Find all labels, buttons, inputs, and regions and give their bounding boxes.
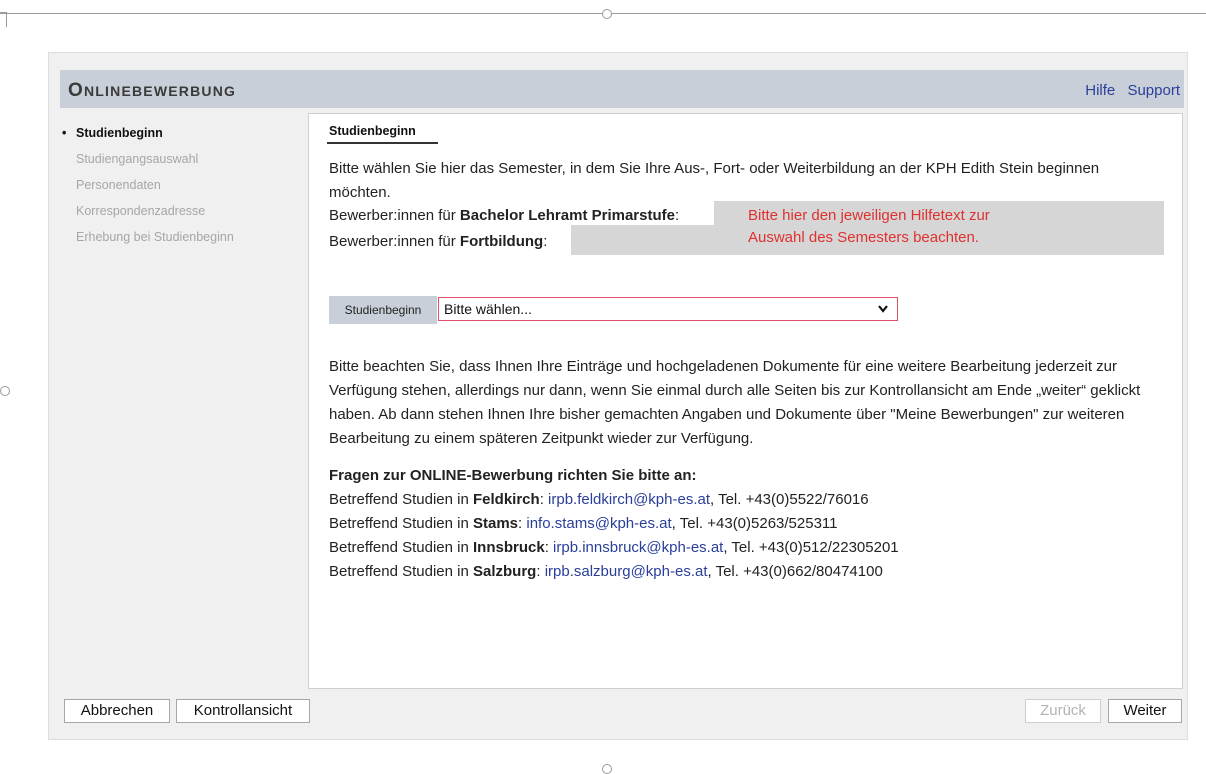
back-button[interactable]: Zurück (1025, 699, 1101, 723)
next-button[interactable]: Weiter (1108, 699, 1182, 723)
sidebar-item-studiengangsauswahl[interactable]: Studiengangsauswahl (60, 146, 300, 172)
info-text: Bitte beachten Sie, dass Ihnen Ihre Eint… (329, 358, 1141, 447)
sidebar-item-erhebung[interactable]: Erhebung bei Studienbeginn (60, 224, 300, 250)
email-link-salzburg[interactable]: irpb.salzburg@kph-es.at (545, 563, 708, 580)
cancel-button[interactable]: Abbrechen (64, 699, 170, 723)
studienbeginn-select-label: Studienbeginn (329, 296, 437, 324)
resize-handle-bottom[interactable] (602, 764, 612, 774)
contact-line-feldkirch: Betreffend Studien in Feldkirch: irpb.fe… (329, 491, 869, 508)
contact-line-salzburg: Betreffend Studien in Salzburg: irpb.sal… (329, 563, 883, 580)
review-button[interactable]: Kontrollansicht (176, 699, 310, 723)
fortbildung-applicants-line: Bewerber:innen für Fortbildung: (329, 233, 548, 250)
sidebar-item-label: Korrespondenzadresse (76, 204, 206, 218)
select-value: Bitte wählen... (444, 301, 532, 317)
questions-heading: Fragen zur ONLINE-Bewerbung richten Sie … (329, 467, 697, 484)
support-link[interactable]: Support (1127, 82, 1180, 99)
sidebar-item-korrespondenzadresse[interactable]: Korrespondenzadresse (60, 198, 300, 224)
intro-text: Bitte wählen Sie hier das Semester, in d… (329, 160, 1100, 201)
sidebar-item-personendaten[interactable]: Personendaten (60, 172, 300, 198)
tab-studienbeginn[interactable]: Studienbeginn (327, 124, 438, 144)
header-links: Hilfe Support (1077, 82, 1180, 99)
sidebar-item-label: Studiengangsauswahl (76, 152, 199, 166)
studienbeginn-select[interactable]: Bitte wählen... (438, 297, 898, 321)
sidebar-item-label: Studienbeginn (76, 126, 163, 140)
bachelor-applicants-line: Bewerber:innen für Bachelor Lehramt Prim… (329, 207, 680, 224)
sidebar-item-studienbeginn[interactable]: • Studienbeginn (60, 120, 300, 146)
resize-handle-left[interactable] (0, 386, 10, 396)
help-link[interactable]: Hilfe (1085, 82, 1115, 99)
sidebar-item-label: Personendaten (76, 178, 161, 192)
page-title: ONLINEBEWERBUNG (68, 80, 237, 101)
email-link-feldkirch[interactable]: irpb.feldkirch@kph-es.at (548, 491, 710, 508)
canvas-corner-bracket (0, 12, 7, 27)
help-note: Bitte hier den jeweiligen Hilfetext zur … (748, 207, 990, 246)
sidebar-item-label: Erhebung bei Studienbeginn (76, 230, 234, 244)
email-link-stams[interactable]: info.stams@kph-es.at (526, 515, 671, 532)
email-link-innsbruck[interactable]: irpb.innsbruck@kph-es.at (553, 539, 723, 556)
bullet-icon: • (62, 126, 67, 140)
sidebar-nav: • Studienbeginn Studiengangsauswahl Pers… (60, 120, 300, 250)
chevron-down-icon (877, 298, 889, 327)
contact-line-innsbruck: Betreffend Studien in Innsbruck: irpb.in… (329, 539, 899, 556)
resize-handle-top[interactable] (602, 9, 612, 19)
contact-line-stams: Betreffend Studien in Stams: info.stams@… (329, 515, 838, 532)
